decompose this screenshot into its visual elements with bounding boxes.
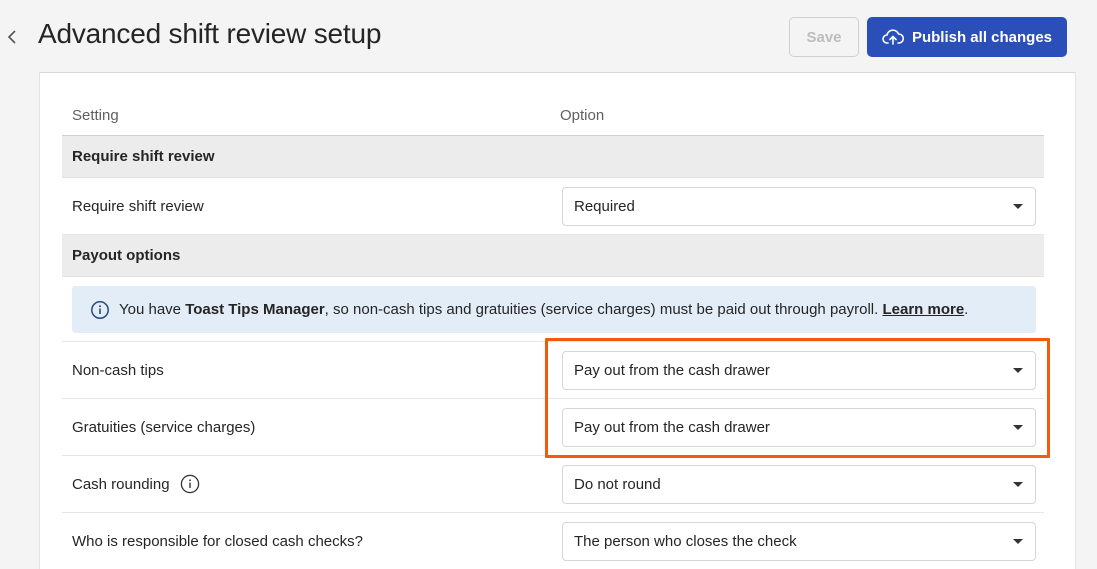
cash-rounding-label: Cash rounding (72, 475, 170, 493)
table-row: Cash rounding Do not round (62, 456, 1044, 513)
select-value: The person who closes the check (574, 532, 797, 550)
banner-text-post: , so non-cash tips and gratuities (servi… (324, 301, 883, 318)
setting-label: Cash rounding (62, 474, 562, 494)
select-value: Pay out from the cash drawer (574, 418, 770, 436)
setting-label: Who is responsible for closed cash check… (72, 532, 363, 550)
settings-panel: Setting Option Require shift review Requ… (39, 72, 1076, 569)
back-button[interactable] (4, 26, 20, 48)
setting-label: Gratuities (service charges) (72, 418, 256, 436)
require-shift-review-select[interactable]: Required (562, 186, 1036, 226)
column-header-option: Option (560, 106, 605, 124)
table-row: Gratuities (service charges) Pay out fro… (62, 399, 1044, 456)
chevron-left-icon (7, 30, 16, 44)
chevron-down-icon (1013, 367, 1023, 373)
section-payout-options: Payout options (62, 235, 1044, 277)
chevron-down-icon (1013, 481, 1023, 487)
page-title: Advanced shift review setup (38, 18, 382, 49)
table-row: Who is responsible for closed cash check… (62, 513, 1044, 569)
publish-label: Publish all changes (911, 28, 1053, 46)
info-icon[interactable] (180, 474, 200, 494)
settings-table: Setting Option Require shift review Requ… (62, 73, 1044, 569)
learn-more-link[interactable]: Learn more (882, 301, 964, 318)
closed-cash-checks-select[interactable]: The person who closes the check (562, 521, 1036, 561)
banner-text-bold: Toast Tips Manager (185, 301, 325, 318)
select-value: Required (574, 197, 635, 215)
column-header-setting: Setting (72, 106, 119, 124)
publish-all-changes-button[interactable]: Publish all changes (867, 17, 1067, 57)
info-icon (91, 300, 109, 319)
chevron-down-icon (1013, 424, 1023, 430)
select-value: Pay out from the cash drawer (574, 361, 770, 379)
chevron-down-icon (1013, 203, 1023, 209)
gratuities-select[interactable]: Pay out from the cash drawer (562, 407, 1036, 447)
table-row: Require shift review Required (62, 178, 1044, 235)
setting-label: Require shift review (72, 197, 204, 215)
banner-text-end: . (964, 301, 969, 318)
banner-text-pre: You have (119, 301, 186, 318)
section-require-shift-review: Require shift review (62, 136, 1044, 178)
select-value: Do not round (574, 475, 661, 493)
table-row: Non-cash tips Pay out from the cash draw… (62, 342, 1044, 399)
save-button[interactable]: Save (789, 17, 859, 57)
cloud-upload-icon (882, 29, 904, 45)
chevron-down-icon (1013, 538, 1023, 544)
table-header: Setting Option (62, 73, 1044, 136)
cash-rounding-select[interactable]: Do not round (562, 464, 1036, 504)
banner-row: You have Toast Tips Manager, so non-cash… (62, 286, 1044, 342)
info-banner: You have Toast Tips Manager, so non-cash… (72, 286, 1036, 333)
non-cash-tips-select[interactable]: Pay out from the cash drawer (562, 350, 1036, 390)
banner-text: You have Toast Tips Manager, so non-cash… (119, 301, 968, 318)
setting-label: Non-cash tips (72, 361, 164, 379)
